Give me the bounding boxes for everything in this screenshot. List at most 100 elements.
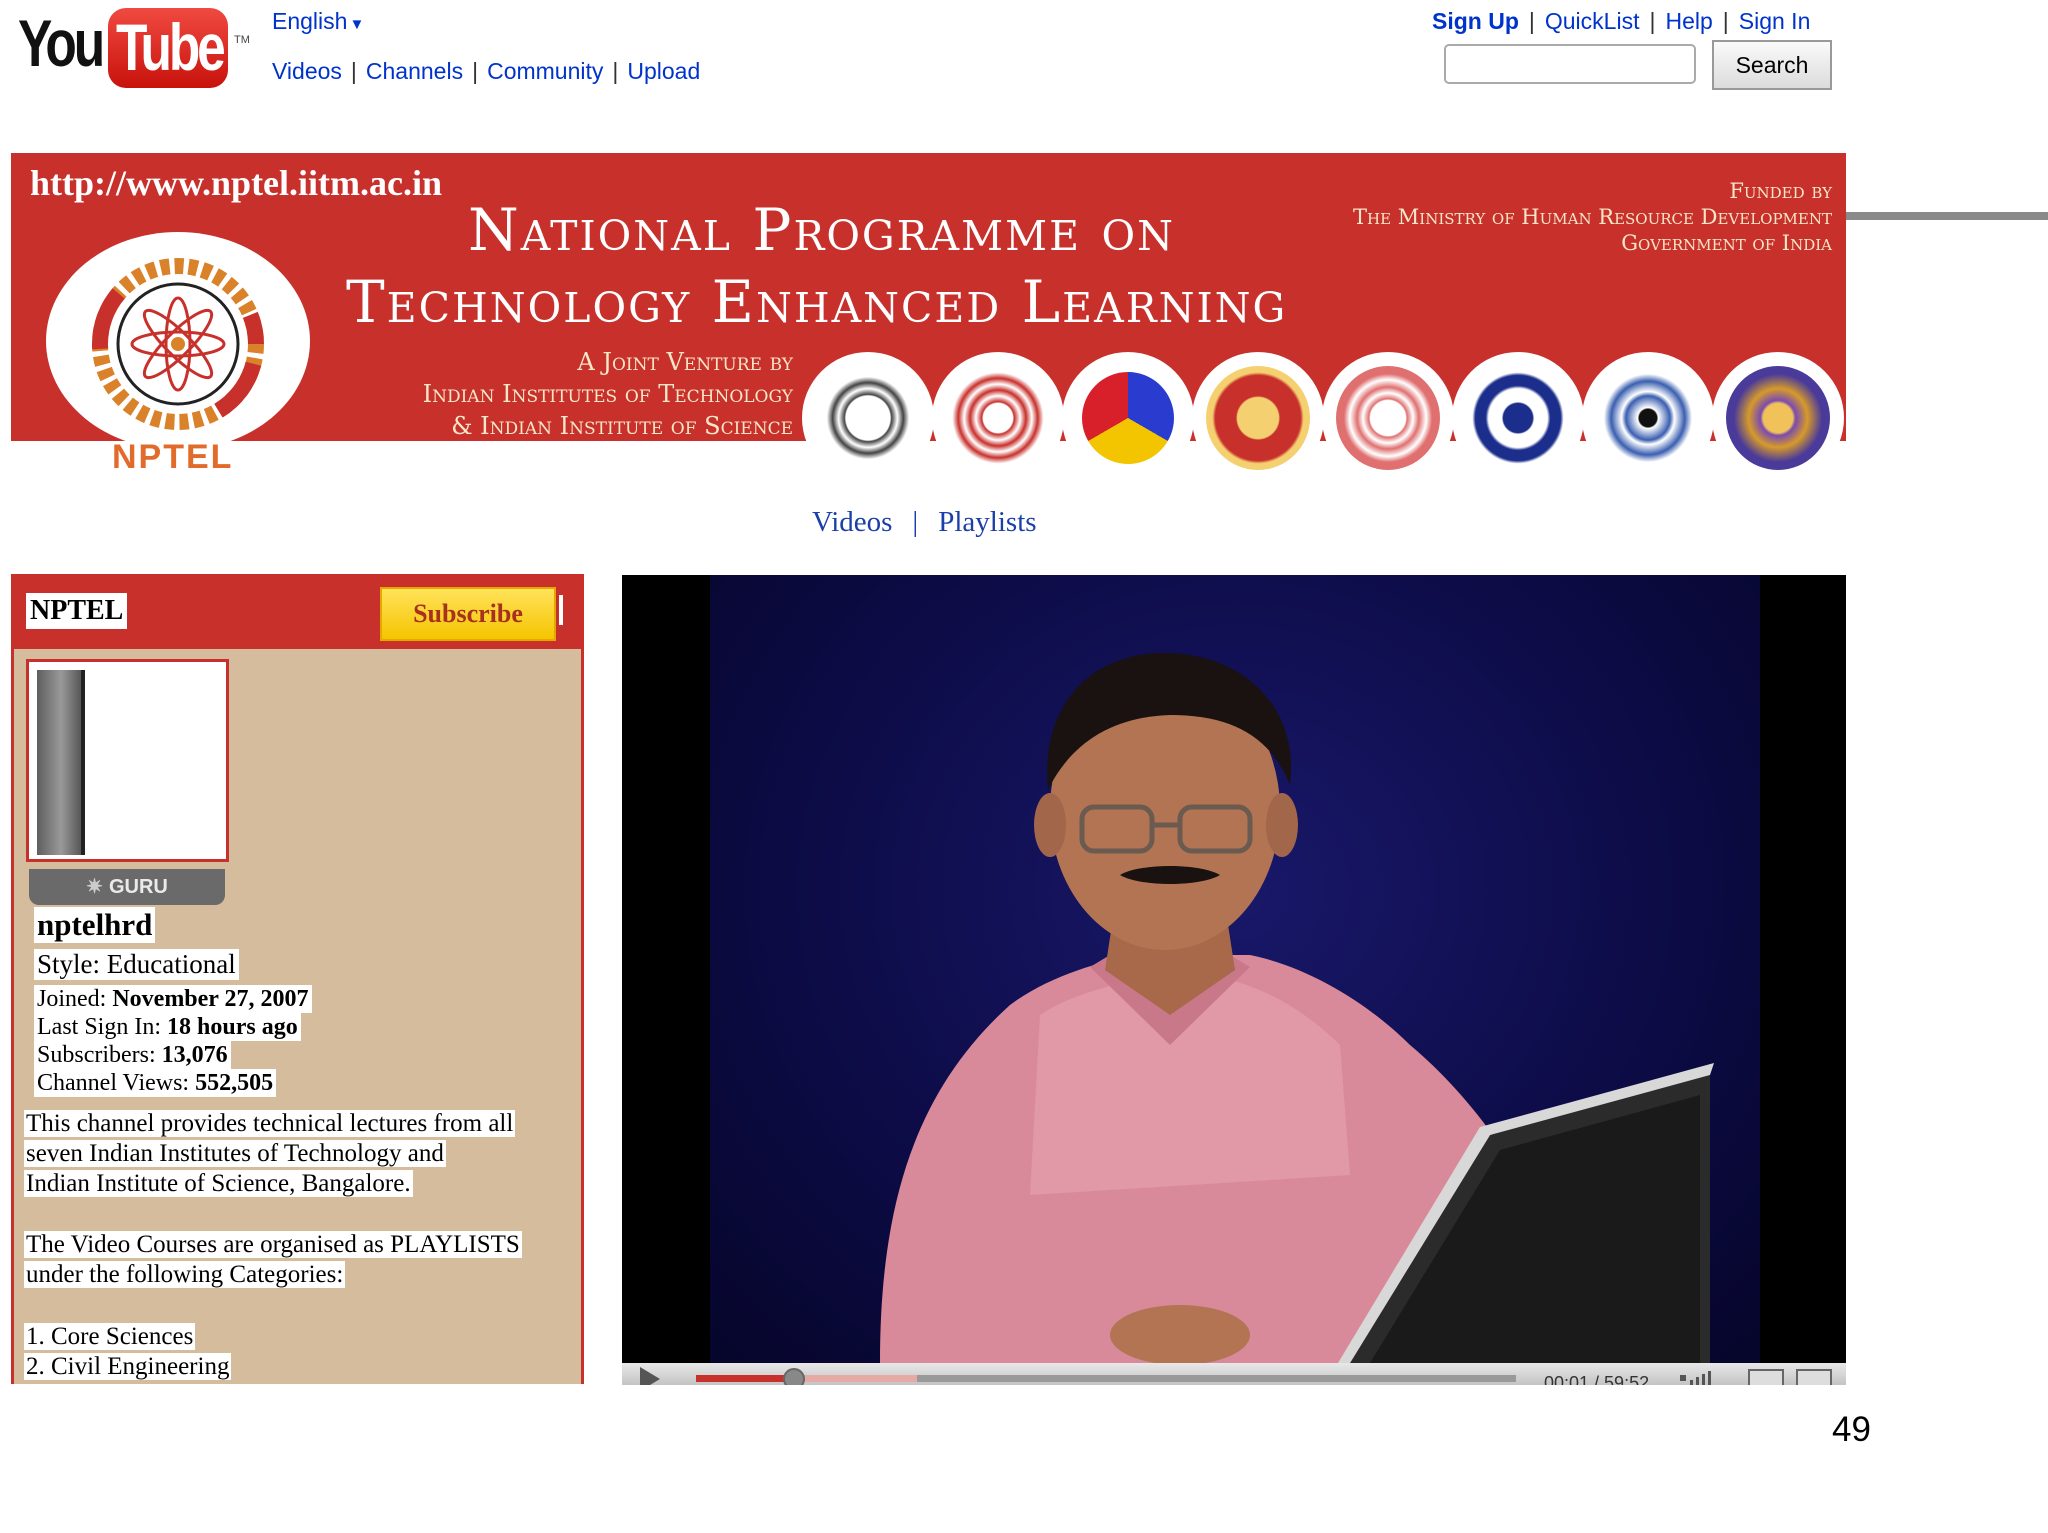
fullscreen-icon[interactable] — [1796, 1369, 1832, 1385]
description-line: Indian Institute of Science, Bangalore. — [24, 1170, 413, 1197]
channel-style: Style: Educational — [34, 949, 239, 980]
category-item[interactable]: 1. Core Sciences — [24, 1323, 196, 1350]
sign-in-link[interactable]: Sign In — [1739, 8, 1811, 34]
joint-venture-line: & Indian Institute of Science — [451, 412, 793, 440]
account-nav: Sign Up | QuickList | Help | Sign In — [1432, 8, 1810, 35]
funded-by-text: Funded by The Ministry of Human Resource… — [1353, 178, 1832, 256]
avatar[interactable] — [26, 659, 229, 862]
description-line: The Video Courses are organised as PLAYL… — [24, 1231, 522, 1258]
play-icon[interactable] — [640, 1367, 660, 1385]
avatar-image-edge — [81, 670, 85, 855]
nav-separator: | — [912, 506, 919, 538]
stat-value: 18 hours ago — [167, 1014, 298, 1040]
description-line: seven Indian Institutes of Technology an… — [24, 1140, 446, 1167]
main-nav: Videos | Channels | Community | Upload — [272, 58, 700, 85]
time-display: 00:01 / 59:52 — [1544, 1373, 1650, 1385]
banner-title-line1: National Programme on — [468, 196, 1175, 264]
channel-views-stat: Channel Views: 552,505 — [34, 1069, 277, 1097]
stat-label: Channel Views: — [37, 1070, 190, 1096]
video-frame[interactable] — [710, 575, 1760, 1365]
funded-by-line: Government of India — [1621, 231, 1832, 255]
nav-upload[interactable]: Upload — [627, 58, 700, 84]
progress-bar[interactable] — [696, 1375, 1516, 1382]
iit-seal-icon[interactable] — [1322, 352, 1454, 484]
joint-venture-text: A Joint Venture by Indian Institutes of … — [423, 346, 793, 442]
star-icon: ✷ — [86, 876, 103, 898]
banner-title-line2: Technology Enhanced Learning — [346, 268, 1288, 336]
stat-label: Joined: — [37, 986, 107, 1012]
funded-by-line: The Ministry of Human Resource Developme… — [1353, 205, 1832, 229]
iit-seal-icon[interactable] — [1452, 352, 1584, 484]
language-selector[interactable]: English ▼ — [272, 8, 364, 35]
nav-channels[interactable]: Channels — [366, 58, 463, 84]
nav-separator: | — [1528, 8, 1535, 34]
nptel-logo-icon — [46, 232, 310, 450]
header-divider — [559, 595, 563, 625]
nav-separator: | — [472, 58, 479, 84]
logo-trademark: TM — [234, 34, 250, 46]
stat-label: Last Sign In: — [37, 1014, 161, 1040]
joined-stat: Joined: November 27, 2007 — [34, 985, 312, 1013]
description-line: This channel provides technical lectures… — [24, 1110, 516, 1137]
guru-badge: ✷ GURU — [29, 869, 225, 905]
slide-number: 49 — [1832, 1410, 1871, 1449]
last-sign-in-stat: Last Sign In: 18 hours ago — [34, 1013, 301, 1041]
category-item[interactable]: 2. Civil Engineering — [24, 1353, 232, 1380]
playlist-info: The Video Courses are organised as PLAYL… — [24, 1230, 522, 1290]
progress-fill — [696, 1375, 795, 1382]
youtube-logo[interactable]: You Tube TM — [18, 6, 250, 90]
video-player[interactable]: 00:01 / 59:52 — [622, 575, 1846, 1385]
joint-venture-line: Indian Institutes of Technology — [422, 380, 793, 408]
avatar-image — [37, 670, 85, 855]
stat-value: 552,505 — [195, 1070, 274, 1096]
screen-size-icon[interactable] — [1748, 1369, 1784, 1385]
iisc-seal-icon[interactable] — [1582, 352, 1714, 484]
funded-by-line: Funded by — [1729, 179, 1832, 203]
banner-url[interactable]: http://www.nptel.iitm.ac.in — [30, 162, 442, 204]
category-list: 1. Core Sciences 2. Civil Engineering — [24, 1322, 232, 1382]
channel-playlists-link[interactable]: Playlists — [938, 506, 1036, 538]
language-label: English — [272, 8, 348, 34]
nav-separator: | — [612, 58, 619, 84]
channel-description: This channel provides technical lectures… — [24, 1109, 516, 1199]
subscribers-stat: Subscribers: 13,076 — [34, 1041, 231, 1069]
logo-you-text: You — [18, 6, 105, 80]
nav-videos[interactable]: Videos — [272, 58, 342, 84]
profile-panel: NPTEL Subscribe ✷ GURU nptelhrd Style: Ed… — [11, 574, 584, 1384]
stat-value: 13,076 — [161, 1042, 228, 1068]
profile-header: NPTEL Subscribe — [14, 577, 581, 649]
iit-seal-icon[interactable] — [1712, 352, 1844, 484]
logo-tube-text: Tube — [116, 10, 226, 84]
stat-value: November 27, 2007 — [112, 986, 309, 1012]
institute-seals — [802, 352, 1846, 484]
help-link[interactable]: Help — [1665, 8, 1712, 34]
search-button[interactable]: Search — [1712, 40, 1832, 90]
scrubber-handle[interactable] — [783, 1368, 806, 1385]
volume-icon[interactable] — [1680, 1371, 1714, 1385]
sign-up-link[interactable]: Sign Up — [1432, 8, 1519, 34]
joint-venture-line: A Joint Venture by — [577, 348, 793, 376]
nav-separator: | — [350, 58, 357, 84]
iit-seal-icon[interactable] — [802, 352, 934, 484]
caret-down-icon: ▼ — [349, 16, 365, 33]
quicklist-link[interactable]: QuickList — [1545, 8, 1640, 34]
channel-name: NPTEL — [26, 593, 128, 629]
subscribe-button[interactable]: Subscribe — [380, 587, 556, 641]
nptel-logo-text: NPTEL — [112, 438, 234, 476]
nav-separator: | — [1649, 8, 1656, 34]
description-line: under the following Categories: — [24, 1261, 346, 1288]
guru-label: GURU — [108, 876, 168, 898]
player-controls: 00:01 / 59:52 — [622, 1363, 1846, 1385]
stat-label: Subscribers: — [37, 1042, 156, 1068]
iit-seal-icon[interactable] — [1192, 352, 1324, 484]
username[interactable]: nptelhrd — [34, 907, 156, 943]
search-input[interactable] — [1444, 44, 1696, 84]
iit-seal-icon[interactable] — [1062, 352, 1194, 484]
lecturer-video-image — [880, 652, 1714, 1365]
nav-separator: | — [1722, 8, 1729, 34]
banner-divider-line — [1846, 212, 2048, 220]
channel-videos-link[interactable]: Videos — [812, 506, 892, 538]
iit-seal-icon[interactable] — [932, 352, 1064, 484]
nav-community[interactable]: Community — [487, 58, 603, 84]
channel-nav: Videos | Playlists — [812, 506, 1037, 539]
